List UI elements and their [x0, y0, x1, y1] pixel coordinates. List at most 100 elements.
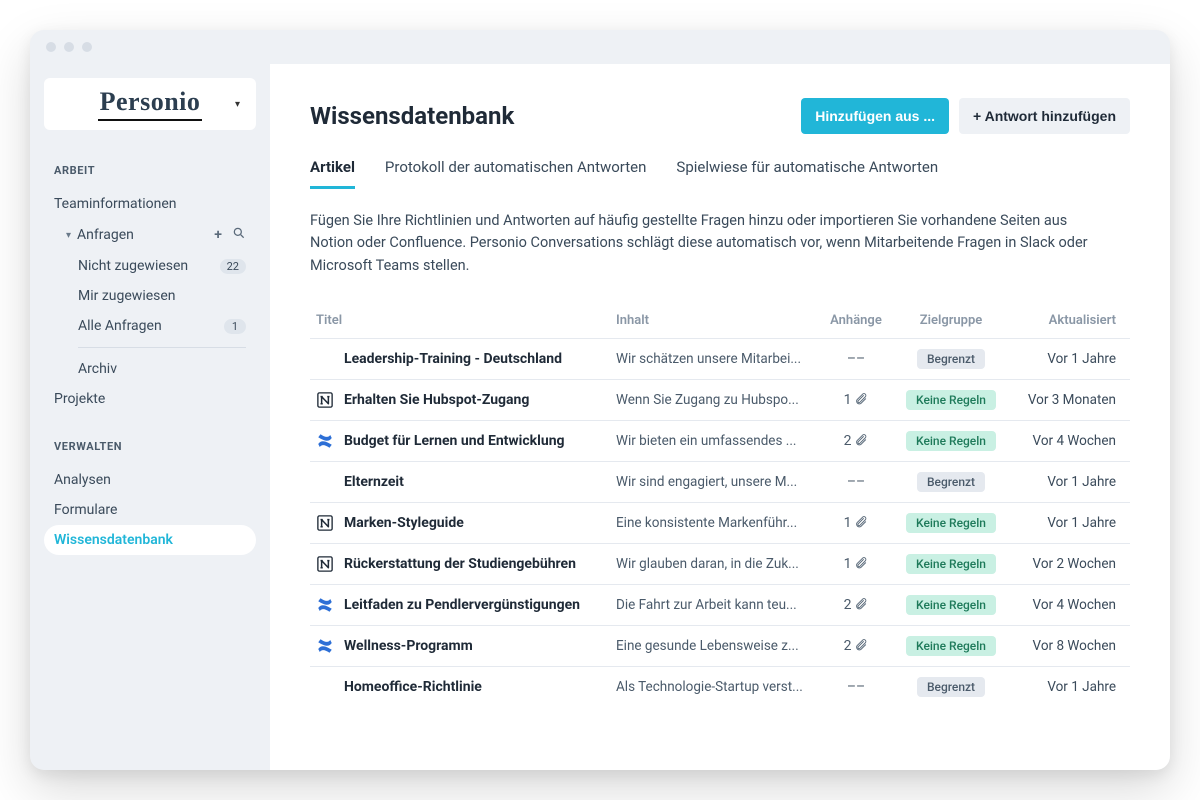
sidebar-item-archive[interactable]: Archiv	[44, 354, 256, 384]
paperclip-icon	[855, 392, 868, 409]
count-badge: 22	[220, 259, 246, 274]
audience-badge: Keine Regeln	[906, 636, 996, 656]
paperclip-icon	[855, 638, 868, 655]
page-title: Wissensdatenbank	[310, 102, 514, 130]
row-title: Erhalten Sie Hubspot-Zugang	[344, 392, 529, 408]
confluence-icon	[316, 432, 334, 450]
cell-audience: Keine Regeln	[896, 390, 1006, 410]
sidebar-item-knowledge-base[interactable]: Wissensdatenbank	[44, 525, 256, 555]
cell-content: Wir glauben daran, in die Zuk...	[616, 556, 816, 572]
tab-articles[interactable]: Artikel	[310, 154, 355, 189]
add-from-button[interactable]: Hinzufügen aus ...	[801, 98, 949, 134]
no-attachments: ––	[847, 679, 865, 695]
table-row[interactable]: Leitfaden zu Pendlervergünstigungen Die F…	[310, 584, 1130, 625]
sidebar: Personio ▾ ARBEIT Teaminformationen ▾Anf…	[30, 64, 270, 770]
sidebar-item-projects[interactable]: Projekte	[44, 384, 256, 414]
notion-icon	[316, 514, 334, 532]
app-body: Personio ▾ ARBEIT Teaminformationen ▾Anf…	[30, 64, 1170, 770]
cell-updated: Vor 2 Wochen	[1006, 556, 1116, 572]
cell-content: Wenn Sie Zugang zu Hubspo...	[616, 392, 816, 408]
cell-updated: Vor 4 Wochen	[1006, 433, 1116, 449]
table-row[interactable]: Rückerstattung der Studiengebühren Wir gl…	[310, 543, 1130, 584]
no-attachments: ––	[847, 351, 865, 367]
add-answer-button[interactable]: + Antwort hinzufügen	[959, 98, 1130, 134]
table-row[interactable]: Erhalten Sie Hubspot-Zugang Wenn Sie Zuga…	[310, 379, 1130, 420]
paperclip-icon	[855, 515, 868, 532]
sidebar-item-label: Alle Anfragen	[78, 318, 162, 334]
cell-title: Leadership-Training - Deutschland	[316, 350, 616, 368]
th-content: Inhalt	[616, 313, 816, 328]
cell-updated: Vor 1 Jahre	[1006, 351, 1116, 367]
chevron-down-icon: ▾	[235, 99, 240, 110]
table-row[interactable]: Elternzeit Wir sind engagiert, unsere M..…	[310, 461, 1130, 502]
audience-badge: Keine Regeln	[906, 390, 996, 410]
table-row[interactable]: Homeoffice-RichtlinieAls Technologie-Sta…	[310, 666, 1130, 707]
cell-updated: Vor 4 Wochen	[1006, 597, 1116, 613]
audience-badge: Begrenzt	[917, 472, 985, 492]
row-title: Leadership-Training - Deutschland	[344, 351, 562, 367]
table-row[interactable]: Budget für Lernen und EntwicklungWir bie…	[310, 420, 1130, 461]
plus-icon[interactable]: +	[214, 227, 222, 243]
cell-content: Die Fahrt zur Arbeit kann teu...	[616, 597, 816, 613]
sidebar-item-label: Formulare	[54, 502, 117, 518]
confluence-icon	[316, 596, 334, 614]
cell-audience: Keine Regeln	[896, 595, 1006, 615]
workspace-switcher[interactable]: Personio ▾	[44, 78, 256, 130]
search-icon[interactable]	[232, 226, 246, 244]
cell-updated: Vor 1 Jahre	[1006, 679, 1116, 695]
audience-badge: Keine Regeln	[906, 431, 996, 451]
cell-updated: Vor 1 Jahre	[1006, 515, 1116, 531]
audience-badge: Keine Regeln	[906, 554, 996, 574]
sidebar-item-label: Teaminformationen	[54, 196, 176, 212]
cell-title: Rückerstattung der Studiengebühren	[316, 555, 616, 573]
window-titlebar	[30, 30, 1170, 64]
sidebar-nav-work: Teaminformationen ▾ Anfragen + Nicht zuge…	[44, 189, 256, 414]
sidebar-section-manage: VERWALTEN	[44, 434, 256, 455]
row-title: Wellness-Programm	[344, 638, 473, 654]
paperclip-icon	[855, 597, 868, 614]
sidebar-nav-manage: Analysen Formulare Wissensdatenbank	[44, 465, 256, 555]
table-row[interactable]: Leadership-Training - DeutschlandWir sch…	[310, 338, 1130, 379]
table-header: Titel Inhalt Anhänge Zielgruppe Aktualis…	[310, 303, 1130, 338]
sidebar-item-teaminfo[interactable]: Teaminformationen	[44, 189, 256, 219]
confluence-icon	[316, 637, 334, 655]
sidebar-item-all-requests[interactable]: Alle Anfragen 1	[44, 311, 256, 341]
sidebar-item-requests[interactable]: ▾ Anfragen +	[44, 219, 256, 251]
tab-playground[interactable]: Spielwiese für automatische Antworten	[676, 154, 938, 189]
notion-icon	[316, 555, 334, 573]
row-title: Budget für Lernen und Entwicklung	[344, 433, 565, 449]
table-row[interactable]: Marken-StyleguideEine konsistente Marken…	[310, 502, 1130, 543]
sidebar-item-assigned-me[interactable]: Mir zugewiesen	[44, 281, 256, 311]
sidebar-item-label: Anfragen	[77, 227, 134, 243]
paperclip-icon	[855, 556, 868, 573]
cell-audience: Begrenzt	[896, 677, 1006, 697]
brand-logo: Personio	[98, 87, 203, 121]
sidebar-item-analyses[interactable]: Analysen	[44, 465, 256, 495]
cell-attachments: 2	[816, 433, 896, 450]
audience-badge: Keine Regeln	[906, 595, 996, 615]
sidebar-item-label: Wissensdatenbank	[54, 532, 173, 548]
cell-title: Marken-Styleguide	[316, 514, 616, 532]
cell-title: Elternzeit	[316, 473, 616, 491]
sidebar-item-forms[interactable]: Formulare	[44, 495, 256, 525]
app-window: Personio ▾ ARBEIT Teaminformationen ▾Anf…	[30, 30, 1170, 770]
audience-badge: Begrenzt	[917, 677, 985, 697]
row-title: Elternzeit	[344, 474, 404, 490]
window-dot	[82, 42, 92, 52]
row-title: Rückerstattung der Studiengebühren	[344, 556, 576, 572]
chevron-down-icon: ▾	[66, 230, 71, 241]
cell-audience: Keine Regeln	[896, 554, 1006, 574]
cell-audience: Begrenzt	[896, 472, 1006, 492]
sidebar-item-not-assigned[interactable]: Nicht zugewiesen 22	[44, 251, 256, 281]
cell-title: Wellness-Programm	[316, 637, 616, 655]
cell-content: Wir sind engagiert, unsere M...	[616, 474, 816, 490]
attachment-count: 2	[844, 433, 852, 449]
sidebar-item-label: Analysen	[54, 472, 111, 488]
cell-title: Erhalten Sie Hubspot-Zugang	[316, 391, 616, 409]
attachment-count: 2	[844, 638, 852, 654]
no-attachments: ––	[847, 474, 865, 490]
row-title: Leitfaden zu Pendlervergünstigungen	[344, 597, 580, 613]
table-row[interactable]: Wellness-ProgrammEine gesunde Lebensweis…	[310, 625, 1130, 666]
cell-attachments: 2	[816, 638, 896, 655]
tab-protocol[interactable]: Protokoll der automatischen Antworten	[385, 154, 646, 189]
